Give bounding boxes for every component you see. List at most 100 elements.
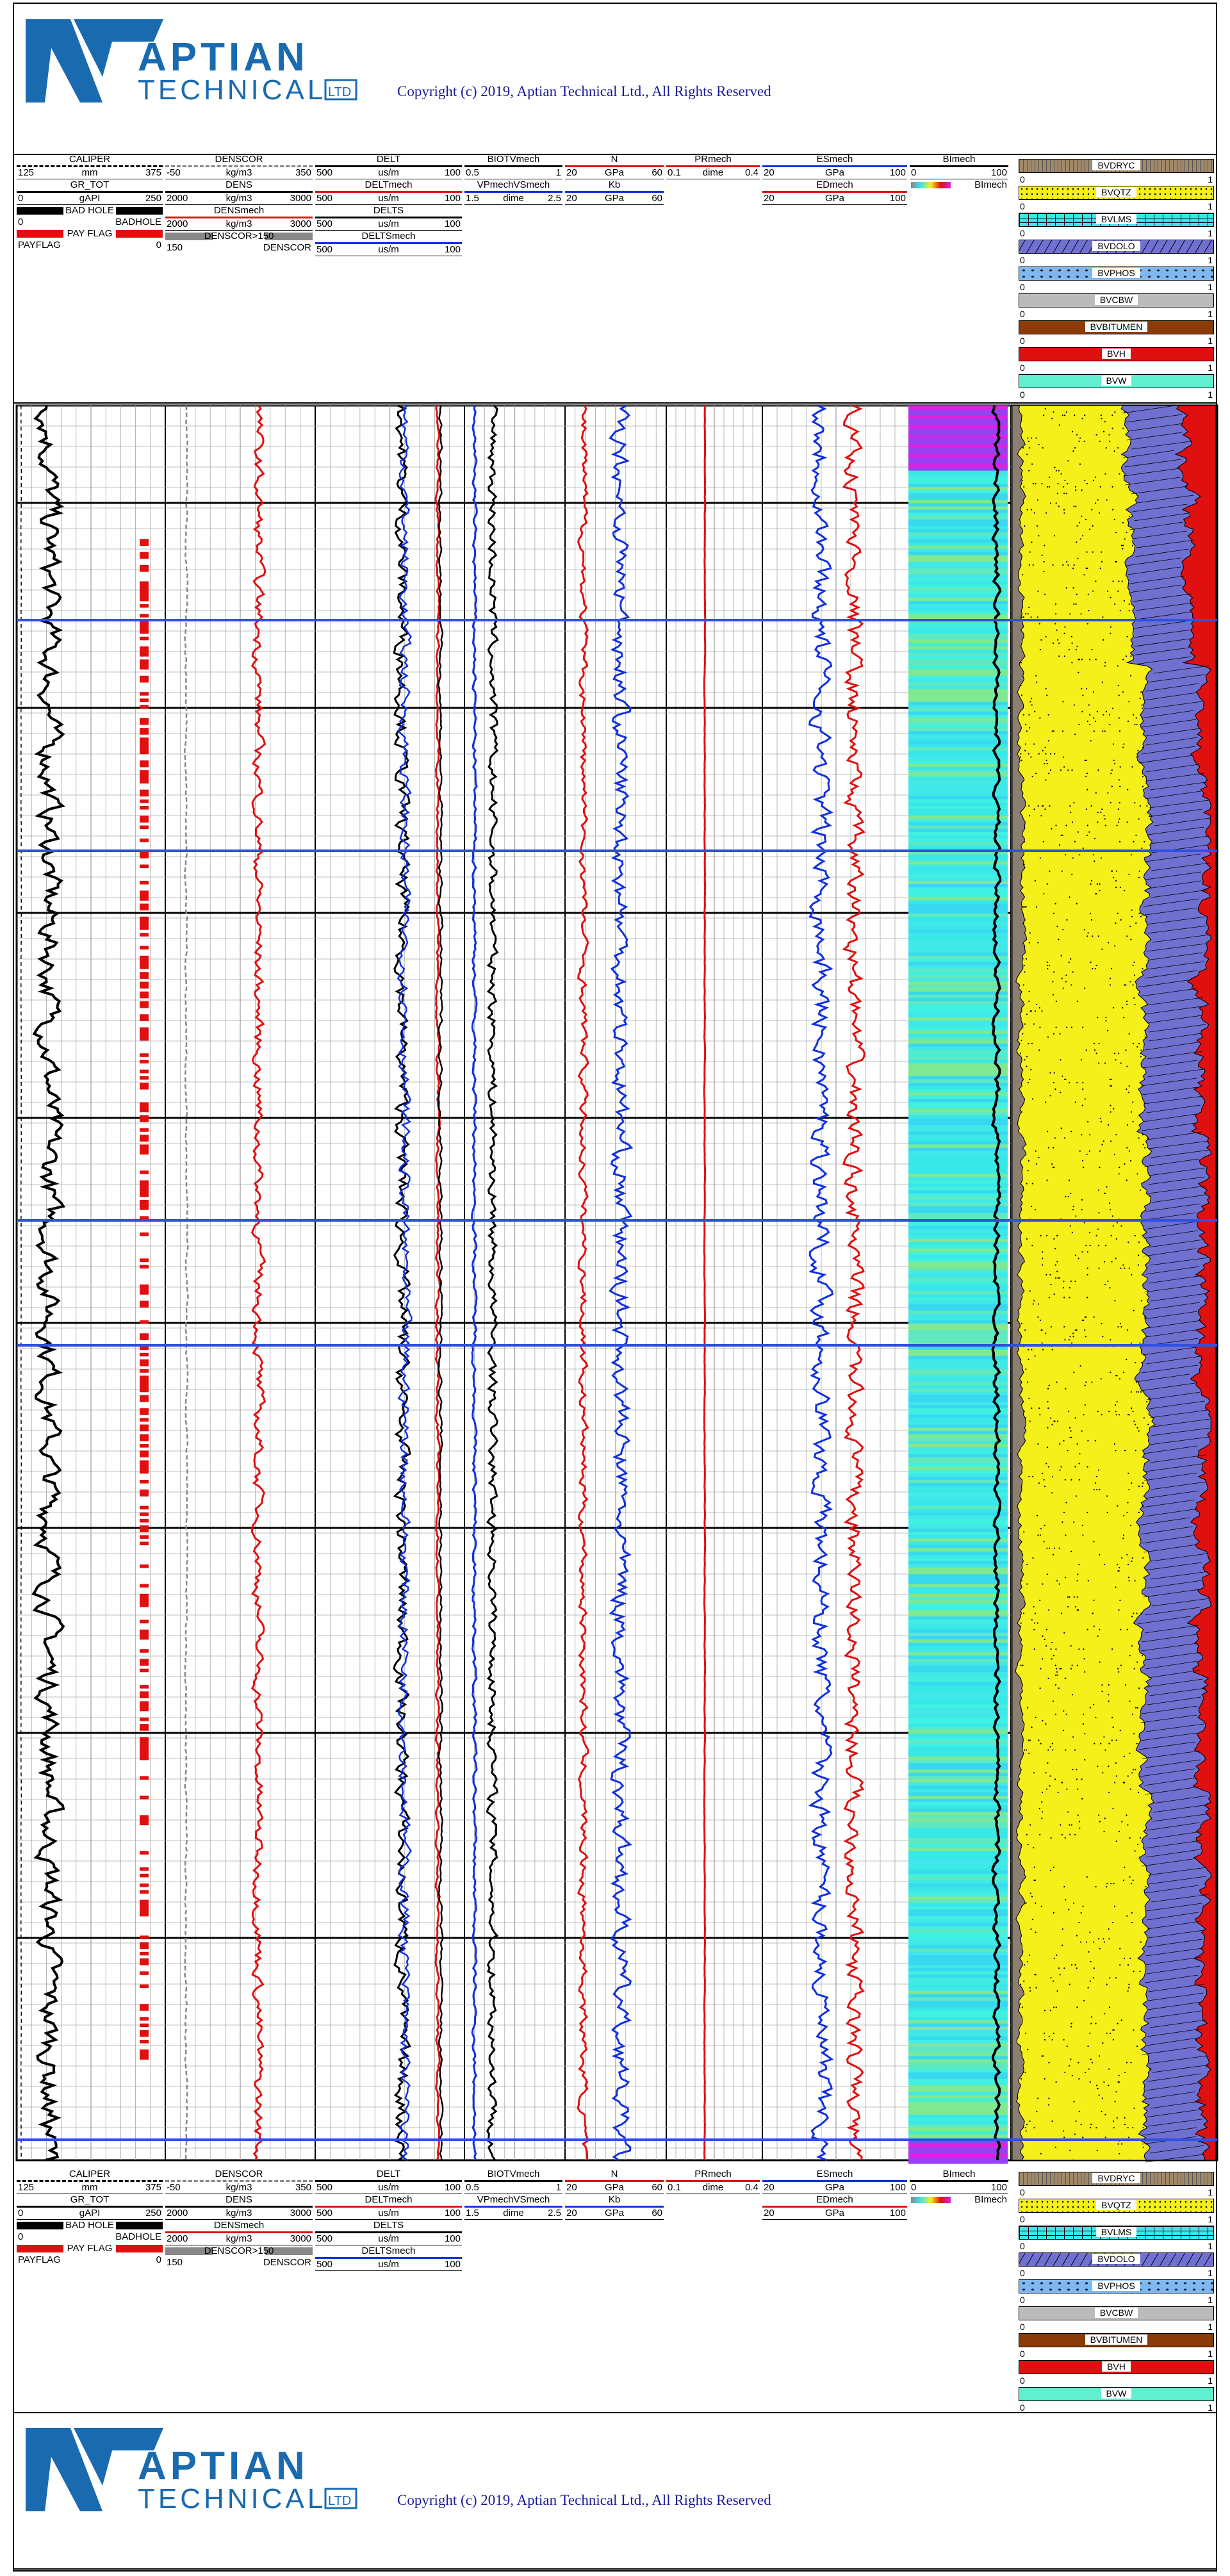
bimech-fill — [908, 714, 1008, 719]
qtz-dot — [1134, 723, 1136, 726]
qtz-dot — [1046, 1573, 1048, 1575]
qtz-dot — [1041, 482, 1043, 485]
bimech-fill — [908, 734, 1008, 738]
bimech-fill — [908, 1157, 1008, 1161]
qtz-dot — [1026, 1381, 1029, 1383]
qtz-dot — [1068, 649, 1070, 651]
qtz-dot — [1055, 1000, 1057, 1002]
qtz-dot — [1053, 1980, 1054, 1982]
qtz-dot — [1059, 1443, 1061, 1445]
pay-flag — [140, 1691, 149, 1695]
bimech-fill — [908, 561, 1008, 566]
bimech-fill — [908, 1336, 1008, 1341]
pay-flag — [140, 1541, 149, 1546]
qtz-dot — [1037, 942, 1039, 944]
bimech-fill — [908, 1636, 1008, 1640]
qtz-dot — [1079, 1827, 1081, 1829]
qtz-dot — [1027, 437, 1029, 439]
curve-denscor — [184, 405, 189, 2161]
qtz-dot — [1087, 1440, 1089, 1442]
bimech-fill — [908, 509, 1008, 514]
bimech-fill — [908, 1916, 1008, 1920]
bimech-fill — [908, 1590, 1008, 1595]
pay-flag — [140, 1535, 149, 1539]
qtz-dot — [1102, 616, 1104, 618]
qtz-dot — [1046, 1235, 1047, 1236]
bimech-fill — [908, 516, 1008, 520]
qtz-dot — [1061, 1834, 1063, 1835]
qtz-dot — [1081, 489, 1083, 491]
qtz-dot — [1099, 1167, 1101, 1169]
qtz-dot — [1113, 1905, 1116, 1907]
qtz-dot — [1084, 759, 1086, 761]
qtz-dot — [1095, 434, 1097, 436]
qtz-dot — [1150, 1817, 1152, 1819]
pay-flag — [140, 1525, 149, 1529]
pay-flag — [140, 675, 149, 680]
qtz-dot — [1062, 834, 1063, 836]
qtz-dot — [1086, 789, 1088, 791]
bimech-fill — [908, 477, 1008, 481]
qtz-dot — [1094, 1743, 1095, 1744]
qtz-dot — [1047, 714, 1049, 716]
qtz-dot — [1071, 821, 1074, 823]
qtz-dot — [1047, 1131, 1049, 1133]
bimech-fill — [908, 1444, 1008, 1448]
bimech-fill — [908, 422, 1008, 426]
qtz-dot — [1042, 841, 1044, 842]
bimech-fill — [908, 828, 1008, 833]
qtz-dot — [1144, 841, 1145, 842]
qtz-dot — [1128, 1414, 1129, 1416]
qtz-dot — [1076, 434, 1078, 436]
bimech-fill — [908, 1671, 1008, 1676]
pay-flag — [140, 2017, 149, 2021]
pay-flag — [140, 1001, 149, 1005]
pay-flag — [140, 760, 149, 764]
bimech-fill — [908, 1427, 1008, 1432]
bimech-fill — [908, 1906, 1008, 1910]
qtz-dot — [1033, 1606, 1035, 1608]
qtz-dot — [1138, 1241, 1140, 1243]
bimech-fill — [908, 1457, 1008, 1461]
qtz-dot — [1129, 1876, 1131, 1878]
qtz-dot — [1126, 532, 1128, 534]
pay-flag — [140, 1649, 149, 1653]
qtz-dot — [1047, 486, 1049, 488]
bimech-fill — [908, 2072, 1008, 2076]
bimech-fill — [908, 434, 1008, 439]
qtz-dot — [1089, 1134, 1091, 1136]
qtz-dot — [1028, 564, 1030, 566]
qtz-dot — [1031, 1245, 1033, 1247]
qtz-dot — [1128, 1241, 1129, 1243]
qtz-dot — [1100, 1120, 1103, 1123]
qtz-dot — [1144, 1036, 1146, 1038]
qtz-dot — [1049, 753, 1052, 755]
pay-flag — [140, 1463, 149, 1468]
qtz-dot — [1070, 2026, 1072, 2028]
pay-flag — [140, 933, 149, 937]
qtz-dot — [1118, 717, 1120, 719]
pay-flag — [140, 1102, 149, 1106]
qtz-dot — [1106, 1511, 1108, 1513]
qtz-dot — [1082, 535, 1084, 537]
qtz-dot — [1073, 564, 1075, 566]
qtz-dot — [1069, 1297, 1070, 1299]
qtz-dot — [1034, 710, 1036, 712]
qtz-dot — [1081, 1104, 1083, 1106]
qtz-dot — [1098, 1062, 1100, 1064]
qtz-dot — [1117, 2081, 1119, 2083]
bimech-fill — [908, 1893, 1008, 1897]
qtz-dot — [1054, 1664, 1056, 1666]
pay-flag — [140, 851, 149, 855]
qtz-dot — [1057, 482, 1059, 485]
qtz-dot — [1086, 824, 1088, 826]
qtz-dot — [1125, 984, 1127, 986]
qtz-dot — [1028, 1752, 1030, 1754]
qtz-dot — [1084, 414, 1086, 416]
qtz-dot — [1070, 1964, 1073, 1966]
qtz-dot — [1071, 1694, 1074, 1696]
qtz-dot — [1028, 1954, 1030, 1956]
qtz-dot — [1060, 1612, 1063, 1614]
pay-flag — [140, 1180, 149, 1185]
qtz-dot — [1098, 1042, 1100, 1045]
